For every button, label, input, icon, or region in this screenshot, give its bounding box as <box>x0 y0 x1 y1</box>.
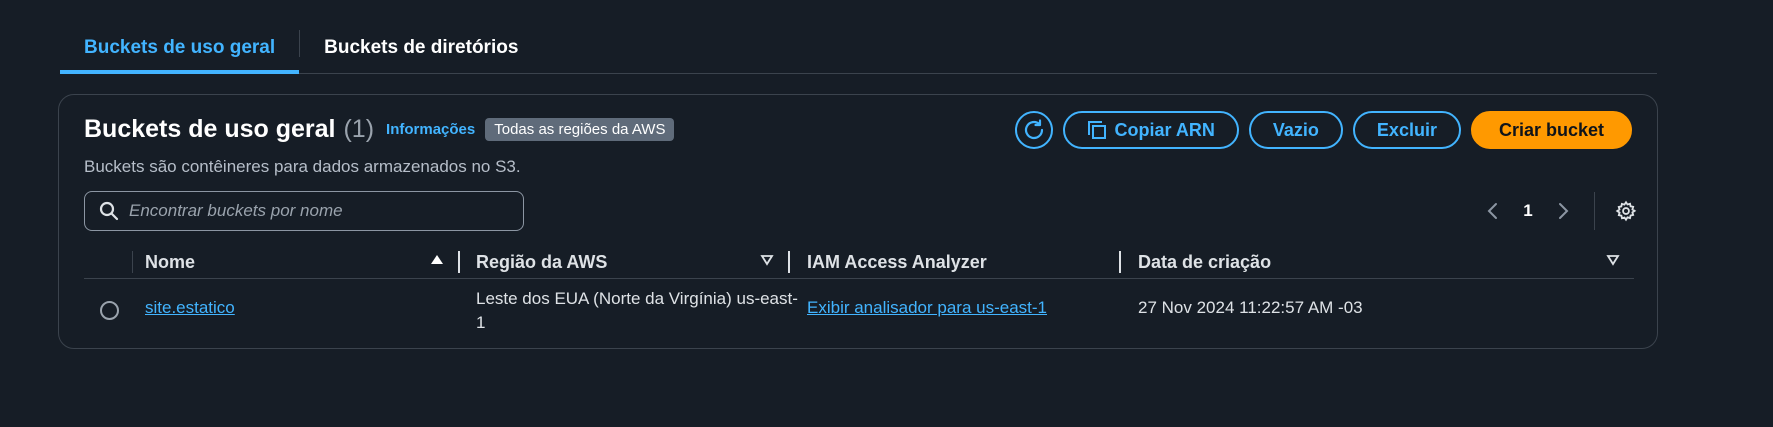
gear-icon <box>1615 200 1637 222</box>
tab-directory-buckets[interactable]: Buckets de diretórios <box>300 24 542 72</box>
column-resizer[interactable] <box>458 251 460 273</box>
row-select-radio[interactable] <box>100 301 119 320</box>
sort-none-icon[interactable] <box>760 253 774 267</box>
region-badge: Todas as regiões da AWS <box>485 118 675 141</box>
bucket-region: Leste dos EUA (Norte da Virgínia) us-eas… <box>476 287 798 335</box>
create-bucket-button[interactable]: Criar bucket <box>1470 111 1632 149</box>
search-box <box>84 191 524 231</box>
chevron-left-icon <box>1487 203 1497 219</box>
tab-bar: Buckets de uso geral Buckets de diretóri… <box>60 24 1657 74</box>
panel-description: Buckets são contêineres para dados armaz… <box>84 157 521 176</box>
refresh-button[interactable] <box>1014 111 1053 149</box>
search-input[interactable] <box>129 201 509 221</box>
tab-general-purpose-buckets[interactable]: Buckets de uso geral <box>60 24 300 74</box>
preferences-button[interactable] <box>1615 200 1637 222</box>
delete-button[interactable]: Excluir <box>1352 111 1461 149</box>
bucket-region-line2: 1 <box>476 313 486 332</box>
creation-date: 27 Nov 2024 11:22:57 AM -03 <box>1138 298 1363 317</box>
copy-icon <box>1087 121 1106 139</box>
bucket-region-line1: Leste dos EUA (Norte da Virgínia) us-eas… <box>476 289 798 308</box>
next-page-button[interactable] <box>1552 200 1574 222</box>
column-header-region[interactable]: Região da AWS <box>476 252 607 273</box>
copy-arn-label: Copiar ARN <box>1114 119 1215 140</box>
bucket-name-link[interactable]: site.estatico <box>145 298 235 318</box>
current-page-number[interactable]: 1 <box>1518 201 1538 221</box>
info-link[interactable]: Informações <box>386 121 475 138</box>
prev-page-button[interactable] <box>1482 200 1504 222</box>
buckets-table: Nome Região da AWS IAM Access Analyzer D… <box>84 245 1634 341</box>
table-row: site.estatico Leste dos EUA (Norte da Vi… <box>84 279 1634 341</box>
sort-none-icon[interactable] <box>1606 253 1620 267</box>
empty-button[interactable]: Vazio <box>1248 111 1343 149</box>
column-header-iam-access-analyzer: IAM Access Analyzer <box>807 252 987 272</box>
refresh-icon <box>1024 119 1043 140</box>
iam-analyzer-link[interactable]: Exibir analisador para us-east-1 <box>807 298 1047 318</box>
sort-ascending-icon[interactable] <box>430 253 444 267</box>
bucket-count: (1) <box>343 115 375 143</box>
column-header-creation-date[interactable]: Data de criação <box>1138 252 1271 273</box>
pagination-divider <box>1594 192 1595 230</box>
action-bar: Copiar ARN Vazio Excluir Criar bucket <box>1014 111 1632 149</box>
column-resizer[interactable] <box>1119 251 1121 273</box>
chevron-right-icon <box>1559 203 1569 219</box>
column-divider <box>132 251 133 273</box>
panel-header: Buckets de uso geral (1) Informações Tod… <box>84 115 675 144</box>
column-resizer[interactable] <box>788 251 790 273</box>
search-icon <box>99 201 119 221</box>
column-header-name[interactable]: Nome <box>145 252 195 273</box>
copy-arn-button[interactable]: Copiar ARN <box>1062 111 1239 149</box>
page-title: Buckets de uso geral <box>84 115 336 143</box>
buckets-panel: Buckets de uso geral (1) Informações Tod… <box>58 94 1658 349</box>
pagination: 1 <box>1482 191 1637 231</box>
table-header: Nome Região da AWS IAM Access Analyzer D… <box>84 245 1634 279</box>
